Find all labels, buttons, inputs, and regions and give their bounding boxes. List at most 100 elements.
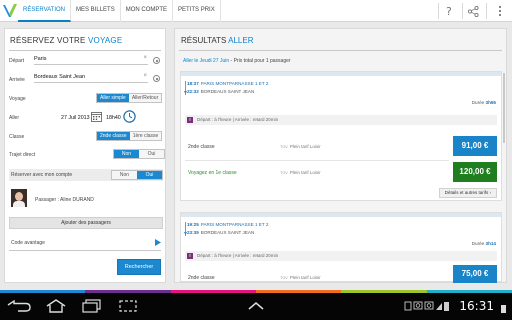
arrival-time: 22:32: [187, 89, 199, 94]
depart-label: Départ: [9, 58, 25, 64]
tab-reservation[interactable]: RÉSERVATION: [18, 0, 72, 22]
results-price-note: - Prix total pour 1 passager: [229, 58, 291, 64]
home-icon[interactable]: [44, 298, 68, 314]
clock-icon[interactable]: [123, 110, 136, 123]
clear-icon[interactable]: ×: [143, 73, 147, 79]
notification-icons[interactable]: [404, 298, 450, 314]
booking-form-panel: Réservez votre VOYAGE Départ Paris × Arr…: [4, 28, 166, 283]
locate-arrivee-icon[interactable]: [153, 75, 160, 82]
app-action-bar: RÉSERVATION MES BILLETS MON COMPTE PETIT…: [0, 0, 512, 22]
aller-retour-option[interactable]: Aller/Retour: [129, 94, 161, 102]
duration: Durée 3h14: [472, 241, 496, 246]
tgv-tag: TGV: [280, 145, 288, 149]
classe-toggle: 2nde classe 1ère classe: [96, 131, 163, 141]
fare-tarif-text: Plein tarif Loisir: [289, 144, 321, 149]
results-date: Aller le Jeudi 27 Juin: [183, 58, 230, 64]
trajet-oui-option[interactable]: Oui: [139, 150, 164, 158]
trajet-direct-label: Trajet direct: [9, 152, 36, 158]
tab-petits-prix[interactable]: PETITS PRIX: [173, 0, 221, 22]
help-icon[interactable]: ?: [441, 3, 457, 19]
train-card[interactable]: 18:37 PARIS MONTPARNASSE 1 ET 2 22:32 BORD…: [180, 71, 502, 201]
divider: [9, 50, 161, 51]
premiere-classe-option[interactable]: 1ère classe: [130, 132, 162, 140]
duration-value: 3h14: [485, 241, 496, 246]
depart-field[interactable]: Paris ×: [34, 55, 148, 65]
tab-mon-compte[interactable]: MON COMPTE: [121, 0, 174, 22]
status-info-text: Départ : à l'heure | Arrivée : retard 20…: [197, 117, 279, 122]
aller-label: Aller: [9, 115, 20, 121]
details-label: Détails et autres tarifs: [444, 190, 489, 195]
fare-tarif-text: Plein tarif Loisir: [289, 170, 321, 175]
arrival-row: 23:39 BORDEAUX SAINT JEAN: [187, 230, 254, 235]
info-icon: !: [187, 253, 193, 259]
depart-value: Paris: [34, 56, 47, 62]
arrivee-field[interactable]: Bordeaux Saint Jean ×: [34, 73, 148, 83]
price-button[interactable]: 120,00 €: [453, 162, 497, 182]
compte-non-option[interactable]: Non: [112, 171, 137, 179]
clear-icon[interactable]: ×: [143, 55, 147, 61]
play-arrow-icon[interactable]: [155, 239, 161, 246]
app-logo-icon[interactable]: [2, 2, 18, 19]
calendar-icon[interactable]: [91, 111, 102, 122]
divider: [185, 160, 449, 161]
aller-simple-option[interactable]: Aller simple: [97, 94, 129, 102]
departure-time: 18:37: [187, 81, 199, 86]
share-icon[interactable]: [465, 3, 481, 19]
seconde-classe-option[interactable]: 2nde classe: [97, 132, 130, 140]
overflow-menu-icon[interactable]: [492, 3, 508, 19]
aller-date[interactable]: 27 Juil 2013: [61, 115, 90, 121]
fare-class-label: Voyagez en 1e classe: [188, 170, 237, 176]
card-header-bar: [181, 213, 501, 217]
voyage-label: Voyage: [9, 96, 26, 102]
results-title-prefix: Résultats: [181, 36, 227, 45]
chevron-right-icon: ›: [489, 190, 492, 195]
search-button[interactable]: Rechercher: [117, 259, 161, 275]
avatar: [11, 189, 27, 207]
scrollbar[interactable]: [503, 73, 505, 143]
locate-depart-icon[interactable]: [153, 57, 160, 64]
code-avantage-label[interactable]: Code avantage: [11, 240, 45, 246]
divider: [486, 3, 487, 19]
compte-oui-option[interactable]: Oui: [137, 171, 162, 179]
price-button[interactable]: 75,00 €: [453, 265, 497, 283]
card-header-bar: [181, 72, 501, 76]
divider: [9, 250, 161, 251]
tgv-tag: TGV: [280, 276, 288, 280]
fare-class-label: 2nde classe: [188, 144, 215, 150]
form-title-accent: VOYAGE: [88, 36, 123, 45]
tgv-tag: TGV: [280, 171, 288, 175]
signal-icon: [500, 301, 508, 317]
recent-apps-icon[interactable]: [82, 298, 104, 314]
system-navigation-bar: 16:31: [0, 293, 512, 320]
passager-text: Passager : Aline DURAND: [35, 197, 94, 203]
duration-value: 3h55: [485, 100, 496, 105]
aller-time[interactable]: 18h40: [106, 115, 121, 121]
duration-label: Durée: [471, 100, 485, 105]
back-icon[interactable]: [6, 298, 32, 314]
departure-station: PARIS MONTPARNASSE 1 ET 2: [200, 81, 269, 86]
results-subtitle: Aller le Jeudi 27 Juin - Prix total pour…: [183, 58, 291, 64]
status-info-text: Départ : à l'heure | Arrivée : retard 20…: [197, 253, 279, 258]
fare-tarif: TGV Plein tarif Loisir: [280, 275, 321, 280]
divider: [179, 50, 502, 51]
add-passengers-button[interactable]: Ajouter des passagers: [9, 217, 163, 229]
fare-tarif: TGV Plein tarif Loisir: [280, 144, 321, 149]
train-card[interactable]: 19:25 PARIS MONTPARNASSE 1 ET 2 23:39 BORD…: [180, 212, 502, 283]
tab-mes-billets[interactable]: MES BILLETS: [71, 0, 121, 22]
arrival-time: 23:39: [187, 230, 199, 235]
trajet-non-option[interactable]: Non: [114, 150, 139, 158]
arrivee-label: Arrivée: [9, 77, 25, 83]
classe-label: Classe: [9, 134, 25, 140]
results-title-accent: ALLER: [228, 36, 254, 45]
screenshot-icon[interactable]: [118, 298, 138, 314]
status-info-bar: ! Départ : à l'heure | Arrivée : retard …: [185, 251, 497, 261]
form-title-prefix: Réservez votre: [10, 36, 86, 45]
chevron-up-icon[interactable]: [247, 298, 265, 314]
main-tabs: RÉSERVATION MES BILLETS MON COMPTE PETIT…: [18, 0, 221, 22]
fare-tarif: TGV Plein tarif Loisir: [280, 170, 321, 175]
price-button[interactable]: 91,00 €: [453, 136, 497, 156]
arrivee-value: Bordeaux Saint Jean: [34, 74, 86, 80]
details-button[interactable]: Détails et autres tarifs ›: [438, 188, 497, 198]
form-title: Réservez votre VOYAGE: [10, 36, 122, 45]
trajet-direct-toggle: Non Oui: [113, 149, 165, 159]
